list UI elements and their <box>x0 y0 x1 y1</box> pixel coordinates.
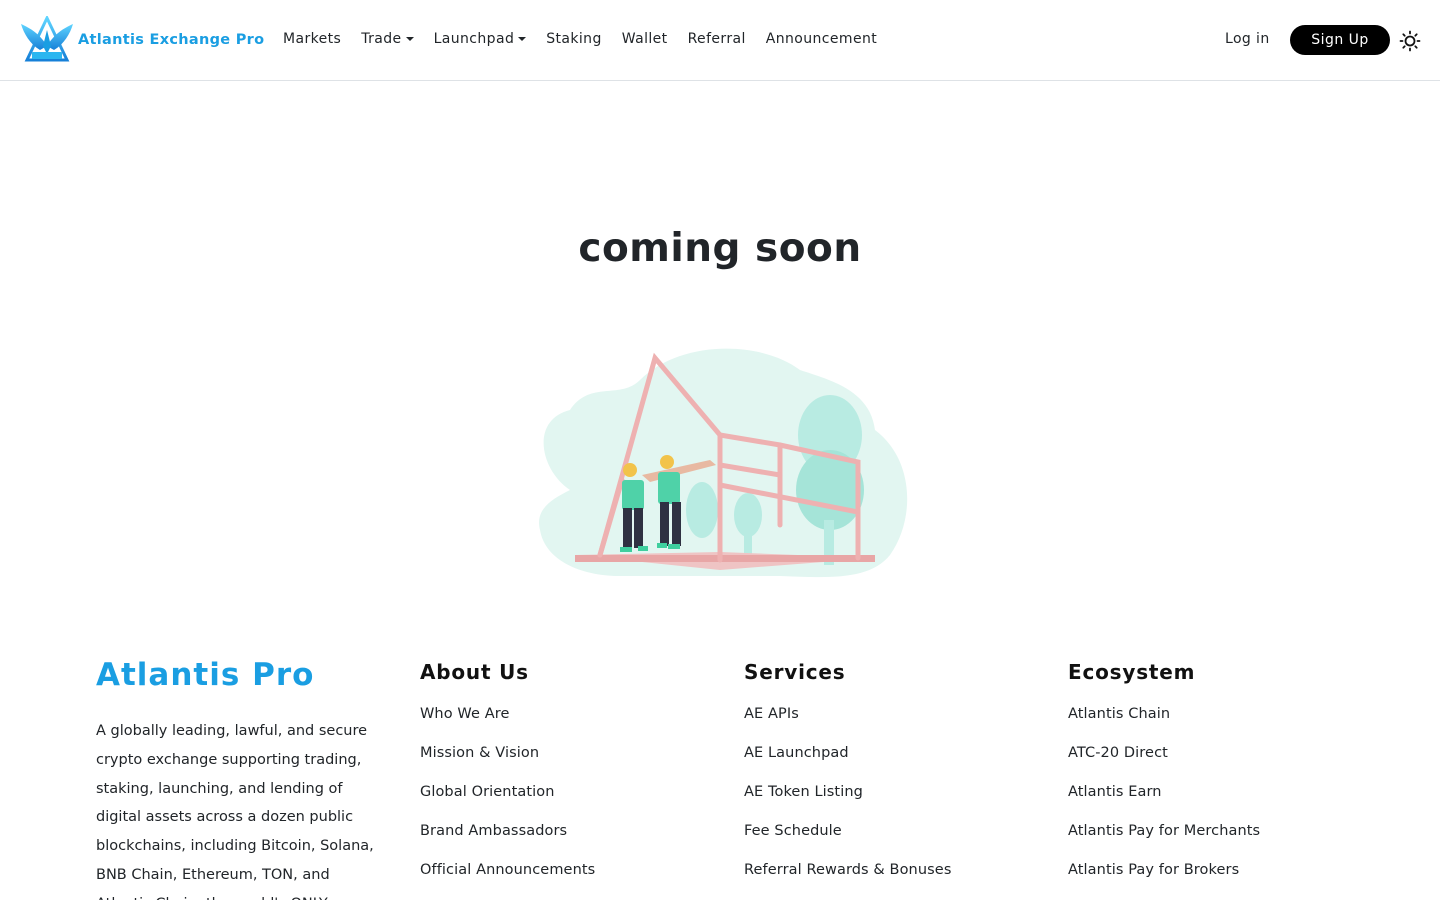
nav-markets-label: Markets <box>283 31 342 47</box>
nav-announcement-label: Announcement <box>765 31 878 47</box>
sun-icon[interactable] <box>1399 30 1421 52</box>
footer-column-title: Services <box>744 660 846 684</box>
footer-link-mission-vision[interactable]: Mission & Vision <box>420 745 595 784</box>
nav-referral[interactable]: Referral <box>688 31 746 47</box>
footer-column-about: About Us Who We Are Mission & Vision Glo… <box>420 660 595 900</box>
nav-trade-label: Trade <box>361 31 402 47</box>
footer-brand-title: Atlantis Pro <box>96 657 315 693</box>
caret-down-icon <box>405 37 414 41</box>
nav-trade-dropdown[interactable]: Trade <box>361 31 414 47</box>
footer-link-fee-schedule[interactable]: Fee Schedule <box>744 823 951 862</box>
footer-link-atlantis-chain[interactable]: Atlantis Chain <box>1068 706 1260 745</box>
footer-link-ae-token-listing[interactable]: AE Token Listing <box>744 784 951 823</box>
footer-link-pay-merchants[interactable]: Atlantis Pay for Merchants <box>1068 823 1260 862</box>
footer-link-atlantis-earn[interactable]: Atlantis Earn <box>1068 784 1260 823</box>
nav-referral-label: Referral <box>687 31 746 47</box>
nav-launchpad-label: Launchpad <box>433 31 515 47</box>
atlantis-logo-icon <box>21 16 73 62</box>
footer-link-referral-rewards[interactable]: Referral Rewards & Bonuses <box>744 862 951 900</box>
nav-announcement[interactable]: Announcement <box>766 31 877 47</box>
brand-name: Atlantis Exchange Pro <box>78 32 265 48</box>
footer-link-brand-ambassadors[interactable]: Brand Ambassadors <box>420 823 595 862</box>
footer-link-pay-brokers[interactable]: Atlantis Pay for Brokers <box>1068 862 1260 900</box>
login-link[interactable]: Log in <box>1225 31 1270 47</box>
footer-link-who-we-are[interactable]: Who We Are <box>420 706 595 745</box>
caret-down-icon <box>518 37 527 41</box>
nav-wallet[interactable]: Wallet <box>622 31 668 47</box>
footer-link-ae-apis[interactable]: AE APIs <box>744 706 951 745</box>
top-navbar: Atlantis Exchange Pro Markets Trade Laun… <box>0 0 1440 81</box>
brand-home-link[interactable]: Atlantis Exchange Pro <box>20 16 264 64</box>
footer-column-ecosystem: Ecosystem Atlantis Chain ATC-20 Direct A… <box>1068 660 1260 900</box>
footer-description: A globally leading, lawful, and secure c… <box>96 723 374 900</box>
coming-soon-heading: coming soon <box>578 226 862 271</box>
nav-staking-label: Staking <box>546 31 602 47</box>
footer-column-services: Services AE APIs AE Launchpad AE Token L… <box>744 660 951 900</box>
construction-illustration-icon <box>539 348 908 578</box>
footer-link-official-announcements[interactable]: Official Announcements <box>420 862 595 900</box>
footer-column-title: About Us <box>420 660 529 684</box>
nav-launchpad-dropdown[interactable]: Launchpad <box>434 31 527 47</box>
footer-link-global-orientation[interactable]: Global Orientation <box>420 784 595 823</box>
footer-column-title: Ecosystem <box>1068 660 1196 684</box>
main-nav: Markets Trade Launchpad Staking Wallet R… <box>283 31 897 47</box>
signup-button[interactable]: Sign Up <box>1290 25 1390 55</box>
nav-staking[interactable]: Staking <box>546 31 602 47</box>
nav-markets[interactable]: Markets <box>283 31 341 47</box>
footer-link-ae-launchpad[interactable]: AE Launchpad <box>744 745 951 784</box>
footer-link-atc20-direct[interactable]: ATC-20 Direct <box>1068 745 1260 784</box>
nav-wallet-label: Wallet <box>621 31 668 47</box>
